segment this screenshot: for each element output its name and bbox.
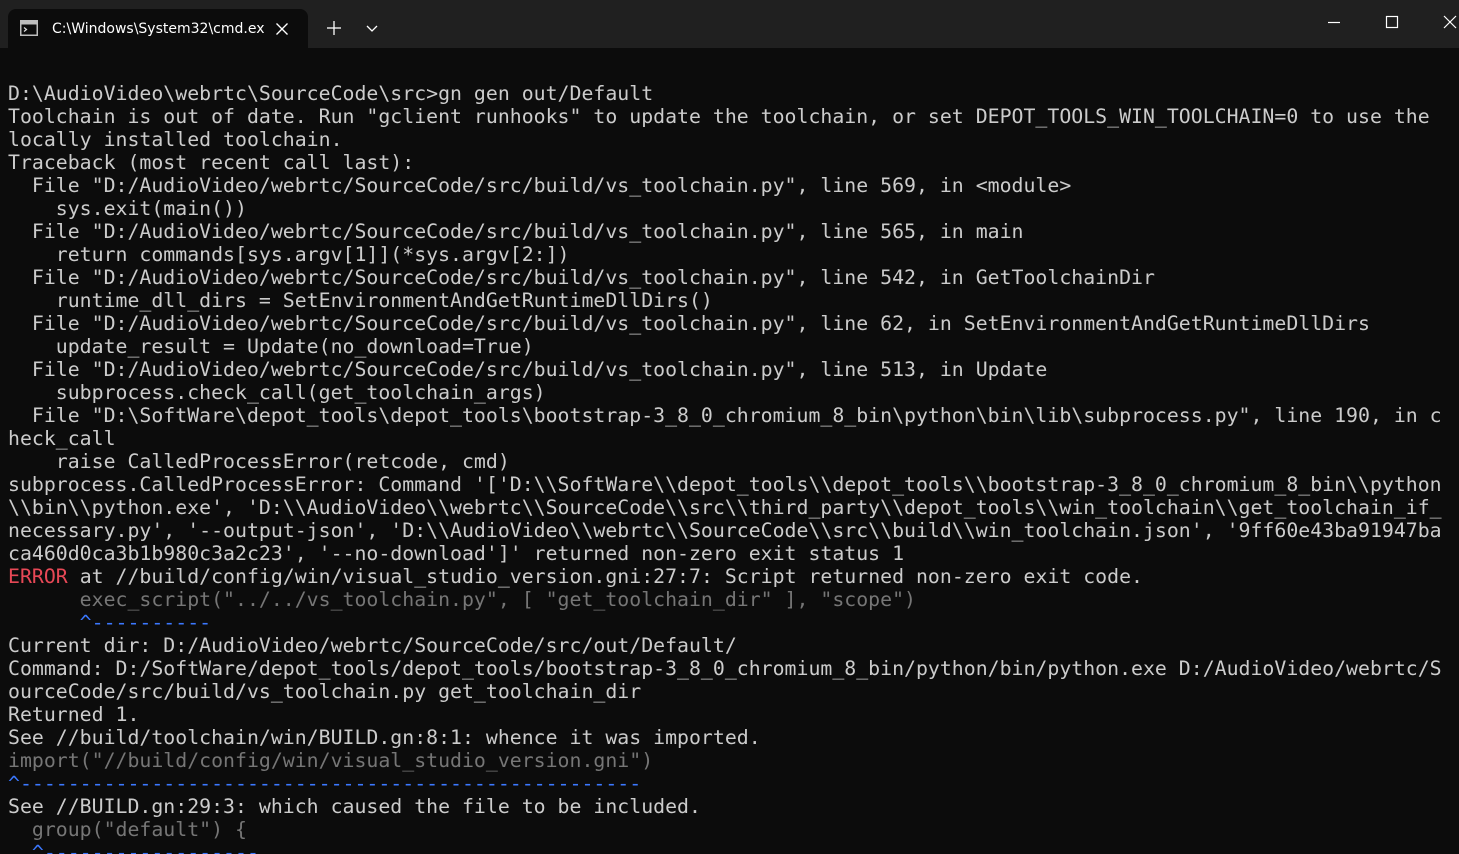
error-caret: ^---------- [8, 611, 212, 634]
output-text: runtime_dll_dirs = SetEnvironmentAndGetR… [8, 289, 713, 312]
console-line: exec_script("../../vs_toolchain.py", [ "… [8, 588, 1459, 611]
output-text: File "D:/AudioVideo/webrtc/SourceCode/sr… [8, 358, 1048, 381]
console-line: File "D:/AudioVideo/webrtc/SourceCode/sr… [8, 358, 1459, 381]
console-line: Returned 1. [8, 703, 1459, 726]
console-line: runtime_dll_dirs = SetEnvironmentAndGetR… [8, 289, 1459, 312]
console-line: group("default") { [8, 818, 1459, 841]
console-line: return commands[sys.argv[1]](*sys.argv[2… [8, 243, 1459, 266]
console-line: ERROR at //build/config/win/visual_studi… [8, 565, 1459, 588]
console-line: subprocess.check_call(get_toolchain_args… [8, 381, 1459, 404]
maximize-icon[interactable] [1380, 10, 1404, 34]
console-line: File "D:/AudioVideo/webrtc/SourceCode/sr… [8, 312, 1459, 335]
title-bar: C:\Windows\System32\cmd.ex [0, 0, 1459, 48]
console-output[interactable]: D:\AudioVideo\webrtc\SourceCode\src>gn g… [8, 82, 1459, 854]
console-line: sys.exit(main()) [8, 197, 1459, 220]
console-line: File "D:\SoftWare\depot_tools\depot_tool… [8, 404, 1459, 427]
output-text: D:\AudioVideo\webrtc\SourceCode\src>gn g… [8, 82, 654, 105]
close-icon[interactable] [1438, 10, 1459, 34]
console-line: ca460d0ca3b1b980c3a2c23', '--no-download… [8, 542, 1459, 565]
console-line: update_result = Update(no_download=True) [8, 335, 1459, 358]
output-text: File "D:\SoftWare\depot_tools\depot_tool… [8, 404, 1442, 427]
output-text: locally installed toolchain. [8, 128, 343, 151]
console-line: locally installed toolchain. [8, 128, 1459, 151]
output-text: at //build/config/win/visual_studio_vers… [67, 565, 1143, 588]
output-text: raise CalledProcessError(retcode, cmd) [8, 450, 510, 473]
output-text: Command: D:/SoftWare/depot_tools/depot_t… [8, 657, 1442, 680]
source-snippet: exec_script("../../vs_toolchain.py", [ "… [8, 588, 916, 611]
console-line: import("//build/config/win/visual_studio… [8, 749, 1459, 772]
console-line: ourceCode/src/build/vs_toolchain.py get_… [8, 680, 1459, 703]
output-text: Traceback (most recent call last): [8, 151, 415, 174]
tab-cmd[interactable]: C:\Windows\System32\cmd.ex [8, 9, 308, 48]
console-line: subprocess.CalledProcessError: Command '… [8, 473, 1459, 496]
console-line: Traceback (most recent call last): [8, 151, 1459, 174]
console-line: File "D:/AudioVideo/webrtc/SourceCode/sr… [8, 220, 1459, 243]
console-line: File "D:/AudioVideo/webrtc/SourceCode/sr… [8, 174, 1459, 197]
output-text: Returned 1. [8, 703, 140, 726]
output-text: necessary.py', '--output-json', 'D:\\Aud… [8, 519, 1442, 542]
tab-title: C:\Windows\System32\cmd.ex [52, 21, 265, 37]
console-line: File "D:/AudioVideo/webrtc/SourceCode/sr… [8, 266, 1459, 289]
output-text: subprocess.check_call(get_toolchain_args… [8, 381, 546, 404]
output-text: update_result = Update(no_download=True) [8, 335, 534, 358]
output-text: subprocess.CalledProcessError: Command '… [8, 473, 1442, 496]
output-text: return commands[sys.argv[1]](*sys.argv[2… [8, 243, 570, 266]
output-text: File "D:/AudioVideo/webrtc/SourceCode/sr… [8, 174, 1072, 197]
console-line: ^------------------ [8, 841, 1459, 854]
console-line: heck_call [8, 427, 1459, 450]
output-text: Toolchain is out of date. Run "gclient r… [8, 105, 1430, 128]
error-caret: ^---------------------------------------… [8, 772, 642, 795]
console-line: ^---------- [8, 611, 1459, 634]
output-text: sys.exit(main()) [8, 197, 247, 220]
terminal-icon [20, 20, 38, 36]
output-text: File "D:/AudioVideo/webrtc/SourceCode/sr… [8, 312, 1370, 335]
console-line: Current dir: D:/AudioVideo/webrtc/Source… [8, 634, 1459, 657]
console-line: D:\AudioVideo\webrtc\SourceCode\src>gn g… [8, 82, 1459, 105]
output-text: Current dir: D:/AudioVideo/webrtc/Source… [8, 634, 737, 657]
output-text: ourceCode/src/build/vs_toolchain.py get_… [8, 680, 642, 703]
output-text: ca460d0ca3b1b980c3a2c23', '--no-download… [8, 542, 905, 565]
output-text: File "D:/AudioVideo/webrtc/SourceCode/sr… [8, 220, 1024, 243]
console-line: \\bin\\python.exe', 'D:\\AudioVideo\\web… [8, 496, 1459, 519]
console-line: Command: D:/SoftWare/depot_tools/depot_t… [8, 657, 1459, 680]
plus-icon[interactable] [322, 16, 346, 40]
console-line: See //build/toolchain/win/BUILD.gn:8:1: … [8, 726, 1459, 749]
output-text: See //build/toolchain/win/BUILD.gn:8:1: … [8, 726, 761, 749]
error-caret: ^------------------ [8, 841, 259, 854]
output-text: See //BUILD.gn:29:3: which caused the fi… [8, 795, 701, 818]
minimize-icon[interactable] [1322, 10, 1346, 34]
output-text: File "D:/AudioVideo/webrtc/SourceCode/sr… [8, 266, 1155, 289]
console-line: See //BUILD.gn:29:3: which caused the fi… [8, 795, 1459, 818]
chevron-down-icon[interactable] [362, 18, 382, 38]
console-line: necessary.py', '--output-json', 'D:\\Aud… [8, 519, 1459, 542]
output-text: \\bin\\python.exe', 'D:\\AudioVideo\\web… [8, 496, 1442, 519]
source-snippet: group("default") { [8, 818, 247, 841]
close-icon[interactable] [272, 19, 292, 39]
console-line: Toolchain is out of date. Run "gclient r… [8, 105, 1459, 128]
source-snippet: import("//build/config/win/visual_studio… [8, 749, 654, 772]
error-label: ERROR [8, 565, 68, 588]
console-line: ^---------------------------------------… [8, 772, 1459, 795]
output-text: heck_call [8, 427, 116, 450]
terminal-window: C:\Windows\System32\cmd.ex D:\AudioVideo… [0, 0, 1459, 854]
console-line: raise CalledProcessError(retcode, cmd) [8, 450, 1459, 473]
